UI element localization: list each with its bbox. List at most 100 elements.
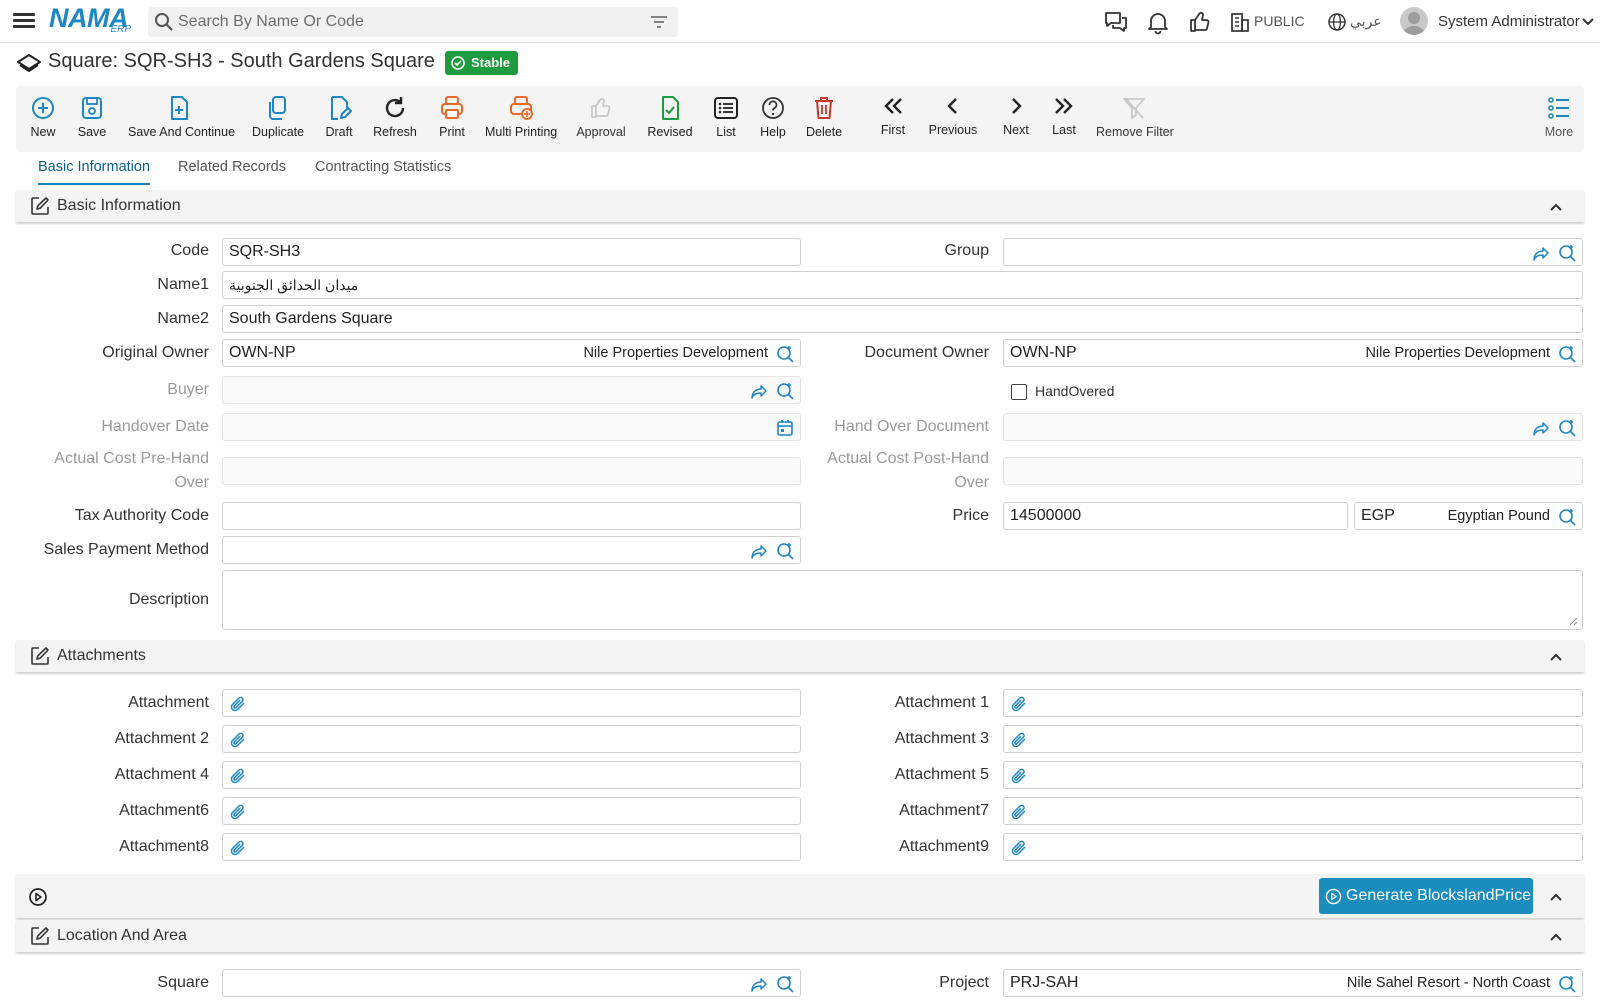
resize-handle-icon[interactable] bbox=[1569, 617, 1578, 626]
first-button[interactable]: First bbox=[878, 90, 908, 146]
tab-basic-information[interactable]: Basic Information bbox=[38, 159, 151, 185]
square-field[interactable] bbox=[222, 969, 801, 997]
attachment-1-field[interactable] bbox=[1003, 689, 1583, 717]
chevron-up-icon[interactable] bbox=[1548, 889, 1564, 905]
filter-icon[interactable] bbox=[650, 13, 668, 31]
list-button[interactable]: List bbox=[712, 92, 740, 148]
paperclip-icon[interactable] bbox=[229, 839, 247, 857]
new-button[interactable]: New bbox=[26, 92, 60, 148]
next-button[interactable]: Next bbox=[1002, 90, 1030, 146]
tab-contracting-statistics[interactable]: Contracting Statistics bbox=[315, 159, 451, 185]
paperclip-icon[interactable] bbox=[1010, 803, 1028, 821]
language-selector[interactable]: عربي bbox=[1350, 13, 1382, 30]
paperclip-icon[interactable] bbox=[229, 803, 247, 821]
paperclip-icon[interactable] bbox=[229, 695, 247, 713]
paperclip-icon[interactable] bbox=[229, 731, 247, 749]
document-owner-field[interactable]: OWN-NP Nile Properties Development bbox=[1003, 339, 1583, 367]
document-owner-code: OWN-NP bbox=[1010, 344, 1077, 361]
code-field[interactable]: SQR-SH3 bbox=[222, 238, 801, 266]
chevron-up-icon[interactable] bbox=[1548, 199, 1564, 215]
square-label: Square bbox=[157, 974, 209, 991]
search-plus-icon[interactable] bbox=[776, 345, 794, 363]
attachment-6-field[interactable] bbox=[222, 797, 801, 825]
search-plus-icon[interactable] bbox=[776, 542, 794, 560]
description-textarea[interactable] bbox=[222, 570, 1583, 630]
paperclip-icon[interactable] bbox=[1010, 695, 1028, 713]
revised-button[interactable]: Revised bbox=[647, 92, 693, 148]
attachment-9-field[interactable] bbox=[1003, 833, 1583, 861]
generate-blocksland-price-button[interactable]: Generate BlockslandPrice bbox=[1319, 878, 1533, 914]
bell-icon[interactable] bbox=[1145, 9, 1171, 35]
section-attachments[interactable]: Attachments bbox=[16, 640, 1584, 672]
search-plus-icon[interactable] bbox=[1558, 244, 1576, 262]
globe-icon[interactable] bbox=[1327, 9, 1347, 35]
handover-date-field[interactable] bbox=[222, 413, 801, 441]
refresh-button[interactable]: Refresh bbox=[373, 92, 417, 148]
handover-document-field[interactable] bbox=[1003, 413, 1583, 441]
share-icon[interactable] bbox=[750, 975, 768, 993]
actual-cost-post-handover-field[interactable] bbox=[1003, 457, 1583, 485]
more-button[interactable]: More bbox=[1544, 92, 1574, 148]
calendar-icon[interactable] bbox=[776, 419, 794, 437]
attachment-4-field[interactable] bbox=[222, 761, 801, 789]
share-icon[interactable] bbox=[750, 382, 768, 400]
building-icon[interactable] bbox=[1229, 9, 1251, 35]
search-input[interactable] bbox=[178, 10, 628, 34]
user-icon bbox=[1403, 12, 1425, 35]
attachment-5-field[interactable] bbox=[1003, 761, 1583, 789]
original-owner-field[interactable]: OWN-NP Nile Properties Development bbox=[222, 339, 801, 367]
search-plus-icon[interactable] bbox=[1558, 975, 1576, 993]
company-selector[interactable]: PUBLIC bbox=[1254, 13, 1305, 29]
buyer-field[interactable] bbox=[222, 376, 801, 404]
tax-authority-field[interactable] bbox=[222, 502, 801, 530]
search-plus-icon[interactable] bbox=[1558, 419, 1576, 437]
duplicate-button[interactable]: Duplicate bbox=[252, 92, 304, 148]
sales-payment-field[interactable] bbox=[222, 536, 801, 564]
thumbs-up-icon[interactable] bbox=[1187, 9, 1213, 35]
previous-button[interactable]: Previous bbox=[928, 90, 978, 146]
draft-button[interactable]: Draft bbox=[324, 92, 354, 148]
user-menu[interactable]: System Administrator bbox=[1400, 5, 1595, 39]
menu-icon[interactable] bbox=[13, 10, 35, 32]
section-basic-information[interactable]: Basic Information bbox=[16, 190, 1584, 222]
attachment-7-field[interactable] bbox=[1003, 797, 1583, 825]
project-field[interactable]: PRJ-SAH Nile Sahel Resort - North Coast bbox=[1003, 969, 1583, 997]
last-button[interactable]: Last bbox=[1050, 90, 1078, 146]
share-icon[interactable] bbox=[1532, 244, 1550, 262]
attachment-field[interactable] bbox=[222, 689, 801, 717]
attachment-3-field[interactable] bbox=[1003, 725, 1583, 753]
search-plus-icon[interactable] bbox=[1558, 508, 1576, 526]
search-plus-icon[interactable] bbox=[776, 382, 794, 400]
currency-field[interactable]: EGP Egyptian Pound bbox=[1354, 502, 1583, 530]
handovered-checkbox[interactable] bbox=[1011, 384, 1027, 400]
multi-printing-button[interactable]: Multi Printing bbox=[485, 92, 557, 148]
section-location-and-area[interactable]: Location And Area bbox=[16, 920, 1584, 952]
save-and-continue-button[interactable]: Save And Continue bbox=[128, 92, 235, 148]
help-button[interactable]: Help bbox=[758, 92, 788, 148]
logo[interactable]: NAMA ERP bbox=[49, 5, 131, 37]
share-icon[interactable] bbox=[750, 542, 768, 560]
chevron-up-icon[interactable] bbox=[1548, 649, 1564, 665]
share-icon[interactable] bbox=[1532, 419, 1550, 437]
chat-icon[interactable] bbox=[1103, 9, 1129, 35]
tab-related-records[interactable]: Related Records bbox=[178, 159, 286, 185]
remove-filter-button[interactable]: Remove Filter bbox=[1096, 92, 1174, 148]
approval-button[interactable]: Approval bbox=[575, 92, 627, 148]
price-field[interactable]: 14500000 bbox=[1003, 502, 1348, 530]
paperclip-icon[interactable] bbox=[1010, 839, 1028, 857]
search-plus-icon[interactable] bbox=[776, 975, 794, 993]
actual-cost-pre-handover-field[interactable] bbox=[222, 457, 801, 485]
name1-field[interactable]: ميدان الحدائق الجنوبية bbox=[222, 271, 1583, 299]
delete-button[interactable]: Delete bbox=[806, 92, 842, 148]
paperclip-icon[interactable] bbox=[1010, 731, 1028, 749]
name2-field[interactable]: South Gardens Square bbox=[222, 305, 1583, 333]
search-plus-icon[interactable] bbox=[1558, 345, 1576, 363]
paperclip-icon[interactable] bbox=[229, 767, 247, 785]
attachment-2-field[interactable] bbox=[222, 725, 801, 753]
paperclip-icon[interactable] bbox=[1010, 767, 1028, 785]
attachment-8-field[interactable] bbox=[222, 833, 801, 861]
save-button[interactable]: Save bbox=[75, 92, 109, 148]
group-field[interactable] bbox=[1003, 238, 1583, 266]
chevron-up-icon[interactable] bbox=[1548, 929, 1564, 945]
print-button[interactable]: Print bbox=[437, 92, 467, 148]
